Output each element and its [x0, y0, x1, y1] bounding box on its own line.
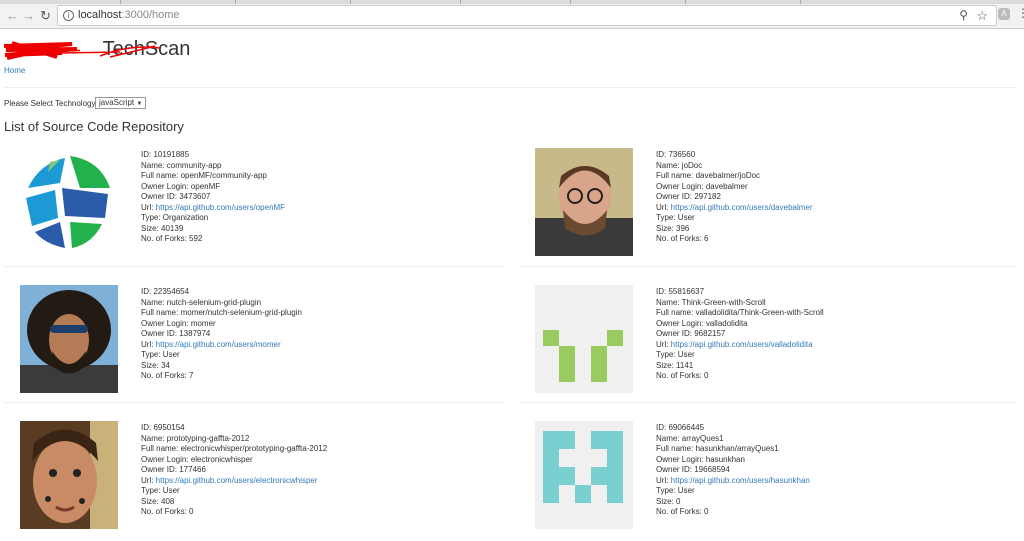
fork-count: 0: [704, 507, 709, 516]
repo-card: ID: 22354654 Name: nutch-selenium-grid-p…: [20, 285, 520, 405]
repo-full-name: openMF/community-app: [180, 171, 267, 180]
owner-id: 9682157: [694, 329, 726, 338]
technology-label: Please Select Technology:: [4, 99, 98, 108]
repo-id: 22354654: [153, 287, 190, 296]
owner-type: User: [677, 213, 695, 222]
fork-count: 0: [189, 507, 194, 516]
repo-details: ID: 55816637 Name: Think-Green-with-Scro…: [656, 287, 824, 380]
repo-details: ID: 736560 Name: joDoc Full name: daveba…: [656, 150, 813, 243]
repo-id: 736560: [668, 150, 696, 159]
repo-size: 396: [676, 223, 690, 233]
repo-card: ID: 6950154 Name: prototyping-gaffta-201…: [20, 421, 520, 541]
zoom-icon[interactable]: ⚲: [959, 6, 968, 25]
owner-id: 177466: [179, 465, 206, 474]
repo-id: 10191885: [153, 150, 190, 159]
breadcrumb-home[interactable]: Home: [4, 66, 25, 75]
menu-icon[interactable]: ⋮: [1017, 6, 1024, 20]
owner-url-link[interactable]: https://api.github.com/users/momer: [156, 340, 281, 349]
owner-login: davebalmer: [705, 181, 748, 191]
repo-id: 69066445: [668, 423, 705, 432]
fork-count: 7: [189, 371, 194, 380]
owner-type: Organization: [162, 213, 209, 222]
identicon-avatar: [535, 285, 633, 393]
owner-type: User: [162, 350, 180, 359]
bookmark-star-icon[interactable]: ☆: [976, 6, 988, 25]
select-value: javaScript: [99, 98, 135, 107]
repo-name: Think-Green-with-Scroll: [681, 297, 766, 307]
owner-url-link[interactable]: https://api.github.com/users/davebalmer: [671, 203, 813, 212]
repo-size: 0: [676, 496, 681, 506]
owner-type: User: [677, 486, 695, 495]
divider: [4, 87, 1016, 88]
owner-id: 297182: [694, 192, 721, 201]
identicon-avatar: [535, 421, 633, 529]
repo-card: ID: 55816637 Name: Think-Green-with-Scro…: [535, 285, 1024, 405]
repo-details: ID: 22354654 Name: nutch-selenium-grid-p…: [141, 287, 302, 380]
redaction-strike: [60, 45, 160, 58]
fork-count: 6: [704, 234, 709, 243]
owner-url-link[interactable]: https://api.github.com/users/electronicw…: [156, 476, 318, 485]
owner-avatar: [20, 285, 118, 393]
repo-full-name: valladolidita/Think-Green-with-Scroll: [695, 308, 824, 317]
repo-name: joDoc: [681, 160, 703, 170]
owner-type: User: [162, 486, 180, 495]
url-host: localhost: [78, 9, 122, 21]
repo-name: community-app: [166, 160, 222, 170]
arrow-right-icon[interactable]: →: [22, 8, 35, 23]
url-path: :3000/home: [121, 9, 180, 21]
owner-id: 1387974: [179, 329, 211, 338]
owner-login: electronicwhisper: [190, 454, 253, 464]
page-title: List of Source Code Repository: [4, 119, 184, 134]
repo-card: ID: 69066445 Name: arrayQues1 Full name:…: [535, 421, 1024, 541]
owner-login: valladolidita: [705, 318, 748, 328]
owner-url-link[interactable]: https://api.github.com/users/openMF: [156, 203, 285, 212]
arrow-left-icon[interactable]: ←: [6, 8, 19, 23]
repo-size: 34: [161, 360, 170, 370]
repo-card: ID: 10191885 Name: community-app Full na…: [20, 148, 520, 268]
fork-count: 592: [189, 234, 203, 243]
owner-login: openMF: [190, 181, 221, 191]
extension-icon[interactable]: A: [998, 8, 1010, 20]
owner-id: 19668594: [694, 465, 730, 474]
technology-select[interactable]: javaScript ▼: [95, 97, 147, 109]
owner-id: 3473607: [179, 192, 211, 201]
repo-full-name: hasunkhan/arrayQues1: [695, 444, 779, 453]
chevron-down-icon: ▼: [136, 101, 143, 107]
owner-url-link[interactable]: https://api.github.com/users/hasunkhan: [671, 476, 810, 485]
repo-full-name: electronicwhisper/prototyping-gaffta-201…: [180, 444, 328, 453]
owner-type: User: [677, 350, 695, 359]
repo-card: ID: 736560 Name: joDoc Full name: daveba…: [535, 148, 1024, 268]
repo-details: ID: 6950154 Name: prototyping-gaffta-201…: [141, 423, 328, 516]
fork-count: 0: [704, 371, 709, 380]
owner-avatar: [535, 148, 633, 256]
repo-details: ID: 69066445 Name: arrayQues1 Full name:…: [656, 423, 810, 516]
owner-url-link[interactable]: https://api.github.com/users/valladolidi…: [671, 340, 813, 349]
owner-login: hasunkhan: [705, 454, 745, 464]
owner-login: momer: [190, 318, 216, 328]
tab-strip: [0, 0, 1024, 4]
repo-id: 55816637: [668, 287, 705, 296]
repo-id: 6950154: [153, 423, 185, 432]
repo-full-name: momer/nutch-selenium-grid-plugin: [180, 308, 302, 317]
repo-size: 40139: [161, 223, 184, 233]
repo-name: arrayQues1: [681, 433, 724, 443]
repo-name: nutch-selenium-grid-plugin: [166, 297, 262, 307]
browser-toolbar: ← → ↻ i localhost:3000/home ⚲ ☆ A ⋮: [0, 0, 1024, 29]
repo-size: 1141: [676, 360, 694, 370]
repo-details: ID: 10191885 Name: community-app Full na…: [141, 150, 286, 243]
repo-name: prototyping-gaffta-2012: [166, 433, 250, 443]
repo-full-name: davebalmer/joDoc: [695, 171, 761, 180]
owner-avatar: [20, 148, 118, 256]
repo-size: 408: [161, 496, 175, 506]
info-icon[interactable]: i: [63, 10, 74, 21]
reload-icon[interactable]: ↻: [40, 8, 51, 24]
address-bar[interactable]: i localhost:3000/home ⚲ ☆: [57, 5, 997, 26]
owner-avatar: [20, 421, 118, 529]
